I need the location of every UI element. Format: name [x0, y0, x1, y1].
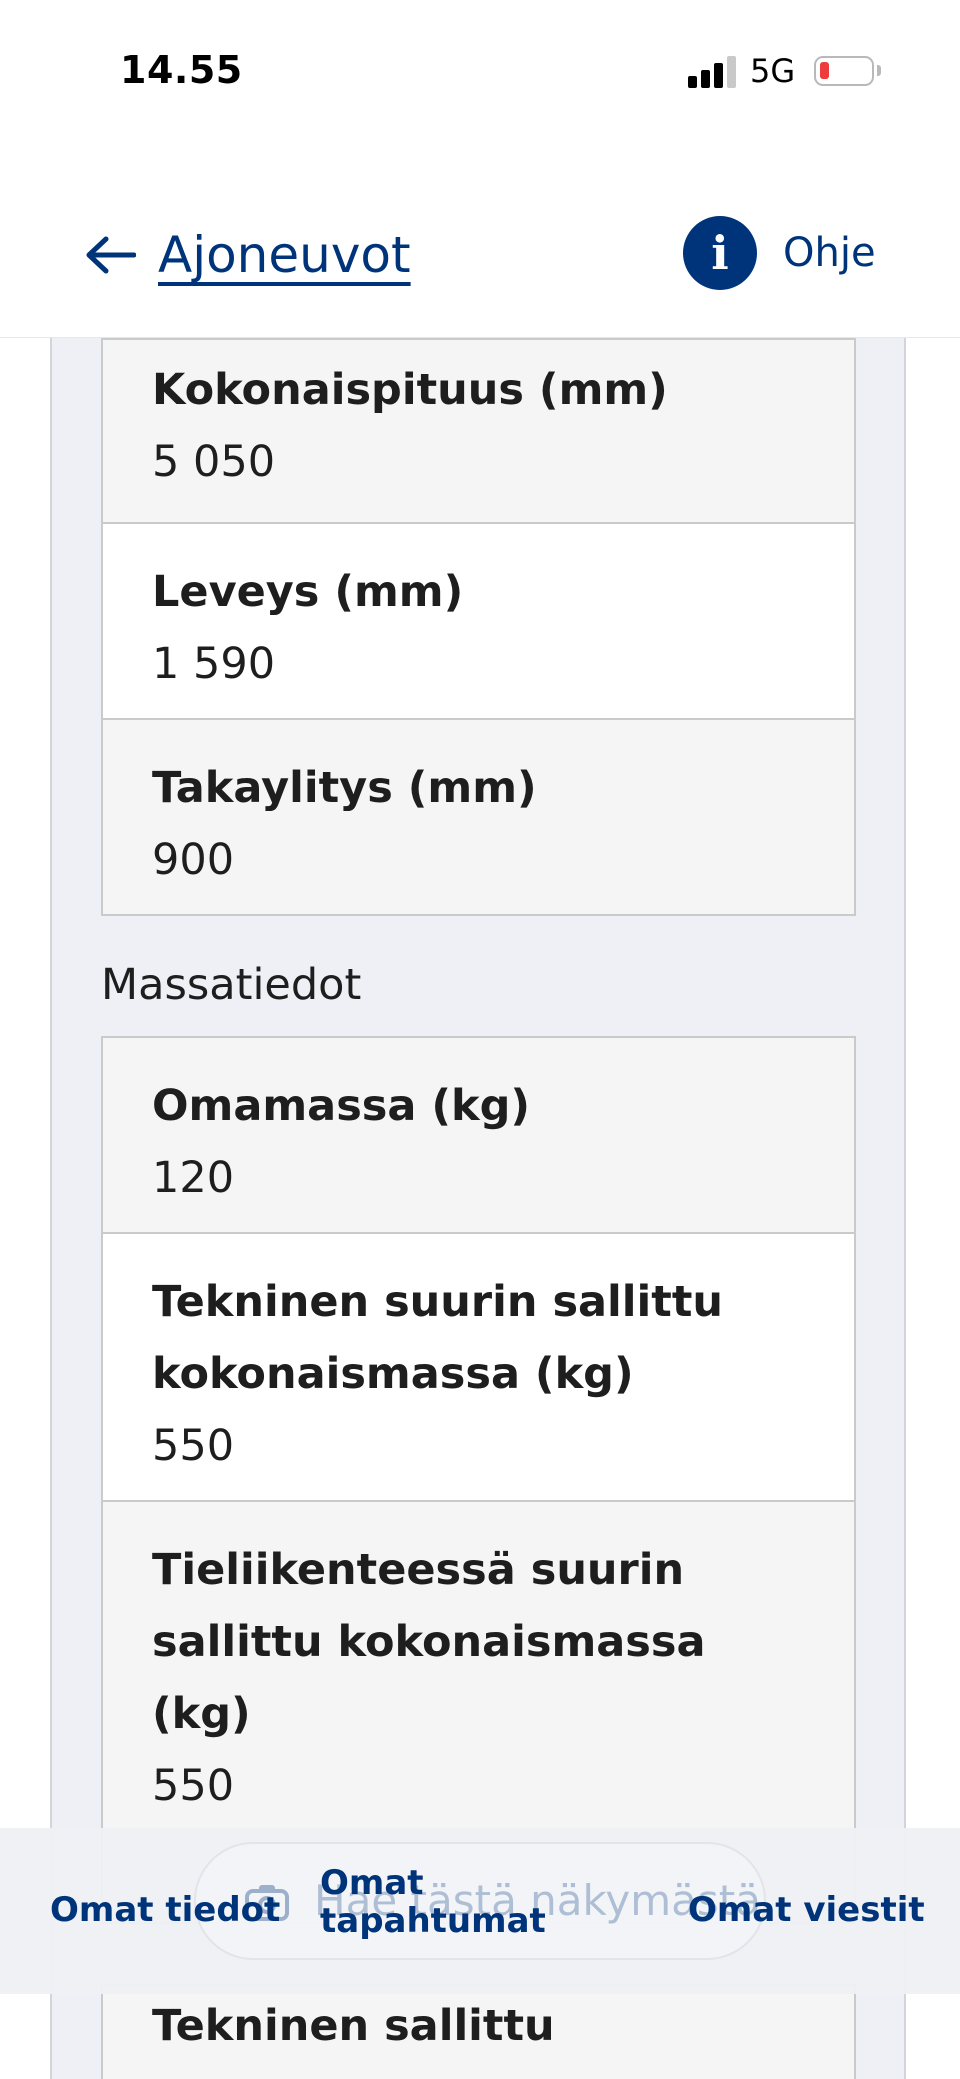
arrow-left-icon: [86, 236, 136, 274]
back-link[interactable]: Ajoneuvot: [84, 215, 411, 295]
nav-center-line2: tapahtumat: [320, 1901, 546, 1941]
battery-icon: [814, 56, 874, 86]
table-row: Tekninen suurin sallittu kokonaismassa (k…: [103, 1234, 854, 1502]
row-value: 1 590: [152, 639, 276, 689]
row-value: 900: [152, 835, 235, 885]
row-label: Kokonaispituus (mm): [152, 365, 668, 415]
back-link-label: Ajoneuvot: [158, 226, 411, 284]
mass-table: Omamassa (kg) 120 Tekninen suurin sallit…: [101, 1036, 856, 1924]
row-label: Tekninen sallittu: [152, 2001, 555, 2051]
status-bar: 14.55 5G: [0, 0, 960, 130]
row-label: Leveys (mm): [152, 567, 464, 617]
table-row: Takaylitys (mm) 900: [103, 720, 854, 914]
next-table: Tekninen sallittu: [101, 1984, 856, 2079]
network-type: 5G: [750, 52, 796, 90]
table-row: Tekninen sallittu: [103, 1986, 854, 2079]
table-row: Leveys (mm) 1 590: [103, 524, 854, 720]
row-value: 550: [152, 1421, 235, 1471]
screen: 14.55 5G Ajoneuvot i Ohje Kokonaispituus…: [0, 0, 960, 2079]
table-row: Omamassa (kg) 120: [103, 1038, 854, 1234]
nav-omat-tiedot[interactable]: Omat tiedot: [50, 1890, 280, 1930]
dimensions-table: Kokonaispituus (mm) 5 050 Leveys (mm) 1 …: [101, 338, 856, 916]
row-value: 550: [152, 1761, 235, 1811]
battery-level: [820, 62, 829, 79]
nav-center-line1: Omat: [320, 1863, 424, 1903]
help-button[interactable]: i Ohje: [683, 216, 876, 290]
app-header: Ajoneuvot i Ohje: [0, 130, 960, 338]
nav-omat-viestit[interactable]: Omat viestit: [688, 1890, 925, 1930]
battery-tip: [877, 65, 881, 76]
row-value: 120: [152, 1153, 235, 1203]
row-label: Takaylitys (mm): [152, 763, 537, 813]
row-label: Tekninen suurin sallittu kokonaismassa (k…: [152, 1277, 723, 1399]
nav-omat-tapahtumat[interactable]: Omat tapahtumat: [320, 1864, 546, 1940]
section-title: Massatiedot: [101, 960, 362, 1010]
row-value: 5 050: [152, 437, 276, 487]
help-label: Ohje: [783, 230, 876, 276]
row-label: Tieliikenteessä suurin sallittu kokonaism…: [152, 1545, 706, 1739]
info-icon: i: [683, 216, 757, 290]
status-time: 14.55: [120, 48, 243, 92]
signal-icon: [688, 56, 738, 88]
row-label: Omamassa (kg): [152, 1081, 531, 1131]
bottom-navigation: Hae tästä näkymästä Omat tiedot Omat tap…: [0, 1828, 960, 1994]
table-row: Kokonaispituus (mm) 5 050: [103, 340, 854, 524]
